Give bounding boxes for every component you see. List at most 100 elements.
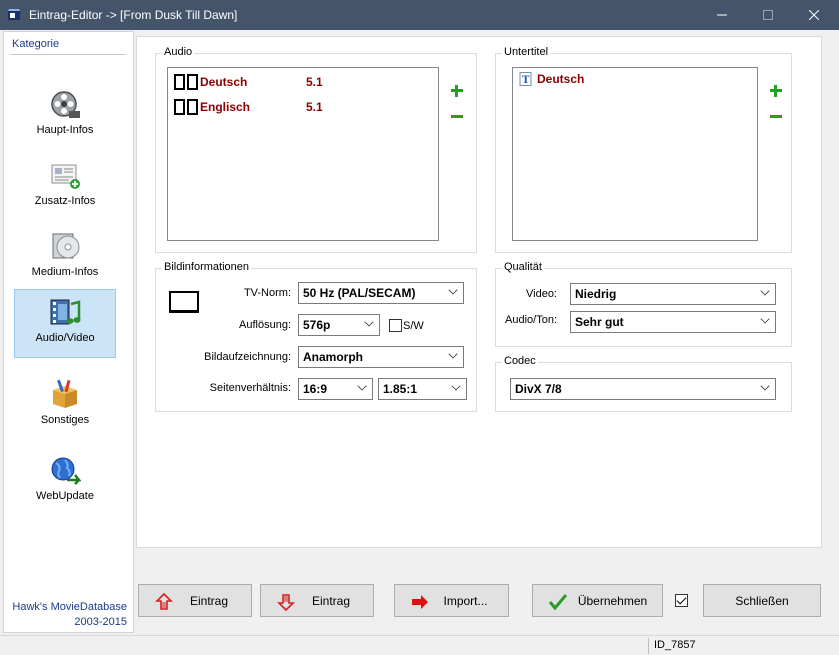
entry-id: ID_7857 [654,639,696,651]
codec-value: DivX 7/8 [515,382,562,396]
category-heading: Kategorie [12,38,60,50]
resolution-value: 576p [303,318,331,332]
chevron-down-icon [364,317,374,327]
subtitle-list[interactable]: T Deutsch [512,67,758,241]
credit-name: Hawk's MovieDatabase [12,601,127,613]
import-button[interactable]: Import... [394,584,509,617]
chevron-down-icon [448,285,458,295]
sidebar-item-label: Sonstiges [40,414,90,426]
close-button[interactable] [791,0,837,30]
status-divider [648,638,649,654]
aspect-ratio-label: Seitenverhältnis: [209,382,291,394]
audio-track-list[interactable]: Deutsch 5.1 Englisch 5.1 [167,67,439,241]
resolution-label: Auflösung: [239,319,291,331]
sidebar-item-sonstiges[interactable]: Sonstiges [14,372,116,440]
add-audio-button[interactable] [450,84,464,98]
status-bar: ID_7857 [0,635,839,655]
quality-group: Qualität [495,261,792,347]
apply-checkbox[interactable] [675,594,688,607]
import-label: Import... [443,593,488,608]
resolution-select[interactable]: 576p [298,314,380,336]
aspect-ratio-value: 16:9 [303,382,328,396]
audio-channels: 5.1 [306,100,323,114]
window-title: Eintrag-Editor -> [From Dusk Till Dawn] [29,8,238,22]
box-icon [53,379,77,408]
next-entry-label: Eintrag [311,593,351,608]
audio-quality-value: Sehr gut [575,315,624,329]
screen-format-icon [169,291,199,313]
bw-checkbox[interactable] [389,319,402,332]
close-dialog-button[interactable]: Schließen [703,584,821,617]
maximize-button[interactable] [745,0,791,30]
sidebar-item-haupt-infos[interactable]: Haupt-Infos [14,82,116,150]
audio-language: Englisch [200,100,251,114]
next-entry-button[interactable]: Eintrag [260,584,374,617]
app-icon [7,8,21,22]
recording-value: Anamorph [303,350,363,364]
apply-button[interactable]: Übernehmen [532,584,663,617]
quality-group-label: Qualität [502,261,544,273]
list-item[interactable]: Deutsch [174,73,247,91]
aspect-ratio-detail-value: 1.85:1 [383,382,418,396]
codec-select[interactable]: DivX 7/8 [510,378,776,400]
audio-group-label: Audio [162,46,195,58]
video-quality-select[interactable]: Niedrig [570,283,776,305]
audio-language: Deutsch [200,75,248,89]
app-credit: Hawk's MovieDatabase 2003-2015 [12,600,127,630]
close-dialog-label: Schließen [735,593,789,608]
tv-norm-value: 50 Hz (PAL/SECAM) [303,286,416,300]
list-item[interactable]: Englisch [174,98,250,116]
chevron-down-icon [357,381,367,391]
minimize-button[interactable] [699,0,745,30]
recording-select[interactable]: Anamorph [298,346,464,368]
sidebar-item-audio-video[interactable]: Audio/Video [14,289,116,358]
audio-video-icon [50,299,81,325]
sidebar-item-label: Zusatz-Infos [34,195,96,207]
sidebar-item-label: Medium-Infos [31,266,99,278]
credit-years: 2003-2015 [74,616,127,628]
video-quality-value: Niedrig [575,287,617,301]
chevron-down-icon [448,349,458,359]
chevron-down-icon [760,381,770,391]
audio-quality-select[interactable]: Sehr gut [570,311,776,333]
globe-icon [51,457,81,485]
previous-entry-button[interactable]: Eintrag [138,584,252,617]
tv-norm-label: TV-Norm: [243,287,291,299]
tv-norm-select[interactable]: 50 Hz (PAL/SECAM) [298,282,464,304]
chevron-down-icon [760,314,770,324]
divider [10,54,126,55]
picture-info-label: Bildinformationen [162,261,251,273]
disc-icon [52,233,80,259]
title-bar: Eintrag-Editor -> [From Dusk Till Dawn] [0,0,839,30]
subtitle-group-label: Untertitel [502,46,551,58]
category-sidebar: Kategorie Haupt-Infos Zusatz-Infos Mediu… [3,31,134,633]
list-item[interactable]: T Deutsch [519,70,584,88]
svg-text:T: T [522,75,530,86]
info-card-icon [51,164,80,189]
subtitle-language: Deutsch [537,72,585,86]
codec-group-label: Codec [502,355,538,367]
remove-subtitle-button[interactable] [769,110,783,124]
recording-label: Bildaufzeichnung: [204,351,291,363]
chevron-down-icon [760,286,770,296]
sidebar-item-webupdate[interactable]: WebUpdate [14,448,116,516]
main-panel: Audio Deutsch 5.1 Englisch 5.1 Untertite… [136,36,822,548]
audio-channels: 5.1 [306,75,323,89]
video-quality-label: Video: [526,288,557,300]
subtitle-file-icon: T [519,72,532,86]
film-strip-icon [174,74,198,90]
aspect-ratio-select[interactable]: 16:9 [298,378,373,400]
aspect-ratio-detail-select[interactable]: 1.85:1 [378,378,467,400]
film-strip-icon [174,99,198,115]
bw-label: S/W [403,320,424,332]
add-subtitle-button[interactable] [769,84,783,98]
remove-audio-button[interactable] [450,110,464,124]
sidebar-item-medium-infos[interactable]: Medium-Infos [14,224,116,292]
previous-entry-label: Eintrag [189,593,229,608]
apply-label: Übernehmen [577,593,648,608]
sidebar-item-label: Haupt-Infos [36,124,94,136]
sidebar-item-zusatz-infos[interactable]: Zusatz-Infos [14,153,116,221]
sidebar-item-label: WebUpdate [36,490,94,502]
sidebar-item-label: Audio/Video [35,332,95,344]
chevron-down-icon [451,381,461,391]
